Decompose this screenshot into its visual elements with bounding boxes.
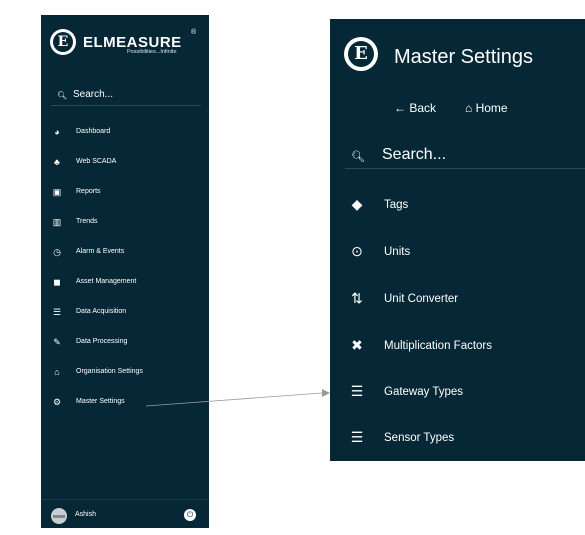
arrow-left-icon: ← <box>394 101 406 115</box>
menu-item-unit-converter[interactable]: ⇅ Unit Converter <box>349 290 579 310</box>
home-icon: ⌂ <box>465 101 473 115</box>
sidebar-item-data-processing[interactable]: ✎ Data Processing <box>51 336 201 352</box>
database-icon: ☰ <box>52 307 62 317</box>
home-button[interactable]: ⌂ Home <box>465 101 508 115</box>
sidebar-item-label: Organisation Settings <box>76 368 143 375</box>
sidebar-item-label: Data Processing <box>76 338 128 345</box>
clock-icon: ◷ <box>53 247 61 257</box>
sidebar-search[interactable]: 🔍︎ Search... <box>51 87 201 106</box>
sidebar-item-label: Asset Management <box>76 278 137 285</box>
power-icon[interactable]: ⏻ <box>184 509 196 521</box>
menu-item-label: Unit Converter <box>384 293 459 305</box>
menu-item-gateway-types[interactable]: ☰ Gateway Types <box>349 383 579 403</box>
menu-item-label: Gateway Types <box>384 386 464 398</box>
times-icon: ✖ <box>351 337 363 353</box>
elmeasure-logo[interactable]: E <box>344 37 378 71</box>
back-label: Back <box>409 101 437 115</box>
sidebar-item-label: Trends <box>76 218 98 225</box>
menu-item-label: Multiplication Factors <box>384 340 493 352</box>
sidebar-item-asset-management[interactable]: ◼ Asset Management <box>51 276 201 292</box>
dot-circle-icon: ⊙ <box>351 243 363 259</box>
user-name[interactable]: Ashish <box>75 511 96 518</box>
search-placeholder: Search... <box>73 89 114 100</box>
left-sidebar: E ELMEASURE ® Possibilities...Infinite 🔍… <box>41 15 209 528</box>
bar-chart-icon: ▥ <box>52 217 62 227</box>
sidebar-item-label: Web SCADA <box>76 158 117 165</box>
sidebar-item-alarm-events[interactable]: ◷ Alarm & Events <box>51 246 201 262</box>
search-icon: 🔍︎ <box>351 151 365 163</box>
tag-icon: ◆ <box>351 196 363 212</box>
logo-letter: E <box>348 41 374 67</box>
menu-item-sensor-types[interactable]: ☰ Sensor Types <box>349 429 579 449</box>
sidebar-item-label: Data Acquisition <box>76 308 127 315</box>
search-input[interactable]: 🔍︎ Search... <box>345 142 585 169</box>
sidebar-item-web-scada[interactable]: ♣ Web SCADA <box>51 156 201 172</box>
menu-item-tags[interactable]: ◆ Tags <box>349 196 579 216</box>
brand-tagline: Possibilities...Infinite <box>127 49 177 55</box>
sidebar-item-trends[interactable]: ▥ Trends <box>51 216 201 232</box>
home-label: Home <box>475 101 508 115</box>
search-placeholder: Search... <box>382 146 447 163</box>
back-button[interactable]: ← Back <box>394 101 436 115</box>
list-icon: ☰ <box>350 383 364 399</box>
cogs-icon: ⚙ <box>52 397 62 407</box>
menu-item-multiplication-factors[interactable]: ✖ Multiplication Factors <box>349 337 579 357</box>
sidebar-item-data-acquisition[interactable]: ☰ Data Acquisition <box>51 306 201 322</box>
sidebar-item-organisation-settings[interactable]: ⌂ Organisation Settings <box>51 366 201 382</box>
elmeasure-logo[interactable]: E <box>50 29 76 55</box>
master-settings-panel: E Master Settings ← Back ⌂ Home 🔍︎ Searc… <box>330 19 585 461</box>
wrench-icon: ✎ <box>53 337 61 347</box>
sidebar-item-label: Dashboard <box>76 128 111 135</box>
sidebar-item-master-settings[interactable]: ⚙ Master Settings <box>51 396 201 412</box>
sidebar-item-dashboard[interactable]: ◕ Dashboard <box>51 126 201 142</box>
sidebar-item-label: Master Settings <box>76 398 125 405</box>
bank-icon: ⌂ <box>54 367 60 377</box>
sitemap-icon: ♣ <box>54 157 60 167</box>
search-icon: 🔍︎ <box>57 91 68 100</box>
page-title: Master Settings <box>394 46 533 68</box>
pie-chart-icon: ◕ <box>54 127 60 137</box>
sidebar-footer: Ashish ⏻ <box>41 499 209 529</box>
sidebar-item-label: Alarm & Events <box>76 248 125 255</box>
sidebar-item-label: Reports <box>76 188 101 195</box>
list-icon: ☰ <box>350 429 364 445</box>
menu-item-label: Units <box>384 246 411 258</box>
logo-letter: E <box>53 32 73 52</box>
sort-numeric-icon: ⇅ <box>351 290 363 306</box>
menu-item-units[interactable]: ⊙ Units <box>349 243 579 263</box>
sidebar-item-reports[interactable]: ▣ Reports <box>51 186 201 202</box>
avatar[interactable] <box>51 508 67 524</box>
arrowhead <box>322 389 330 397</box>
registered-mark: ® <box>191 29 197 36</box>
file-excel-icon: ▣ <box>52 187 62 197</box>
asset-icon: ◼ <box>53 277 61 287</box>
menu-item-label: Tags <box>384 199 409 211</box>
menu-item-label: Sensor Types <box>384 432 455 444</box>
